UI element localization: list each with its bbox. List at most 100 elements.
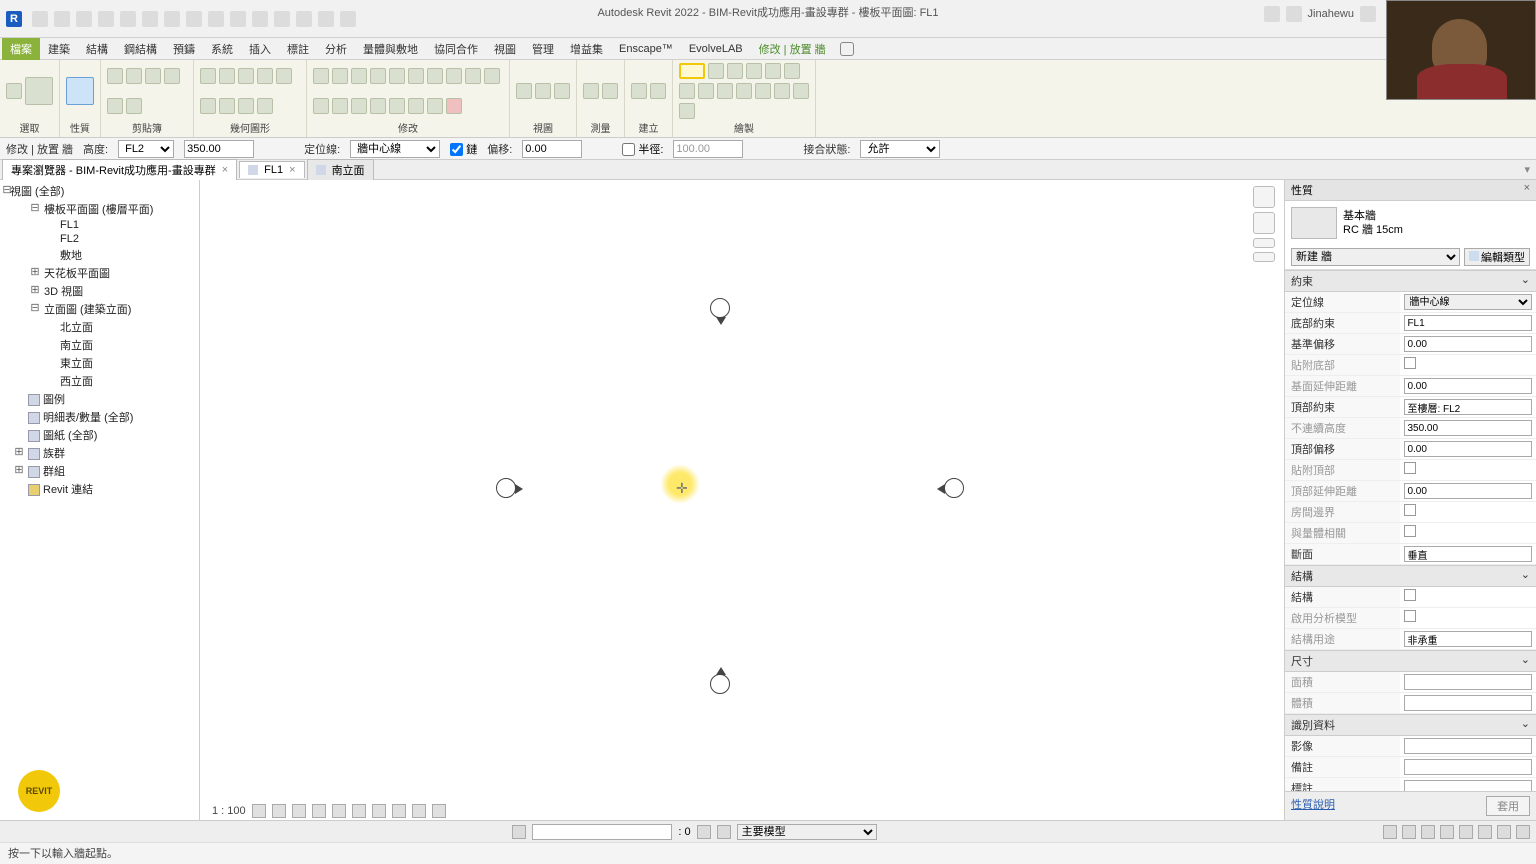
browser-item[interactable]: 敷地: [0, 246, 199, 264]
qat-dim-icon[interactable]: [186, 11, 202, 27]
filter-icon[interactable]: [697, 825, 711, 839]
menu-tab-7[interactable]: 標註: [279, 38, 317, 60]
ribbon-tool-icon[interactable]: [257, 98, 273, 114]
browser-item[interactable]: 南立面: [0, 336, 199, 354]
browser-item[interactable]: 東立面: [0, 354, 199, 372]
ribbon-tool-icon[interactable]: [727, 63, 743, 79]
ribbon-tool-icon[interactable]: [679, 103, 695, 119]
ribbon-tool-icon[interactable]: [631, 83, 647, 99]
menu-tab-2[interactable]: 結構: [78, 38, 116, 60]
steering-icon[interactable]: [1253, 238, 1275, 248]
height-constraint-select[interactable]: FL2: [118, 140, 174, 158]
ribbon-tool-icon[interactable]: [219, 98, 235, 114]
ribbon-tool-icon[interactable]: [793, 83, 809, 99]
ribbon-tool-icon[interactable]: [698, 83, 714, 99]
menu-tab-8[interactable]: 分析: [317, 38, 355, 60]
ribbon-tool-icon[interactable]: [446, 98, 462, 114]
s6-icon[interactable]: [1478, 825, 1492, 839]
ribbon-tool-icon[interactable]: [313, 98, 329, 114]
project-browser[interactable]: ⊟視圖 (全部)⊟樓板平面圖 (樓層平面)FL1FL2敷地⊞天花板平面圖⊞3D …: [0, 180, 200, 820]
menu-tab-3[interactable]: 鋼結構: [116, 38, 165, 60]
ribbon-tool-icon[interactable]: [465, 68, 481, 84]
prop-value[interactable]: [1400, 313, 1536, 333]
ribbon-tool-icon[interactable]: [276, 68, 292, 84]
navigation-bar[interactable]: [1250, 186, 1278, 262]
tabs-dropdown-icon[interactable]: ▾: [1518, 163, 1536, 176]
ribbon-tool-icon[interactable]: [755, 83, 771, 99]
elevation-marker-east[interactable]: [944, 478, 964, 498]
browser-item[interactable]: ⊟樓板平面圖 (樓層平面): [0, 200, 199, 218]
prop-value[interactable]: [1400, 736, 1536, 756]
menu-tab-12[interactable]: 管理: [524, 38, 562, 60]
offset-input[interactable]: [522, 140, 582, 158]
close-icon[interactable]: ×: [222, 164, 228, 176]
prop-group-header[interactable]: 約束⌄: [1285, 270, 1536, 292]
home-icon[interactable]: [1253, 186, 1275, 208]
browser-root[interactable]: ⊟視圖 (全部): [0, 182, 199, 200]
browser-item[interactable]: ⊟立面圖 (建築立面): [0, 300, 199, 318]
ribbon-tool-icon[interactable]: [332, 98, 348, 114]
join-select[interactable]: 允許: [860, 140, 940, 158]
s3-icon[interactable]: [1421, 825, 1435, 839]
crop-region-icon[interactable]: [372, 804, 386, 818]
menu-tab-4[interactable]: 預鑄: [165, 38, 203, 60]
type-selector[interactable]: 基本牆 RC 牆 15cm: [1285, 201, 1536, 245]
ribbon-tool-icon[interactable]: [602, 83, 618, 99]
prop-group-header[interactable]: 識別資料⌄: [1285, 714, 1536, 736]
s8-icon[interactable]: [1516, 825, 1530, 839]
ribbon-tool-icon[interactable]: [107, 98, 123, 114]
menu-tab-14[interactable]: Enscape™: [611, 40, 681, 58]
prop-group-header[interactable]: 結構⌄: [1285, 565, 1536, 587]
height-value-input[interactable]: [184, 140, 254, 158]
s5-icon[interactable]: [1459, 825, 1473, 839]
ribbon-tool-icon[interactable]: [554, 83, 570, 99]
browser-item[interactable]: ⊞天花板平面圖: [0, 264, 199, 282]
ribbon-tool-icon[interactable]: [389, 68, 405, 84]
prop-value[interactable]: 牆中心線: [1400, 292, 1536, 312]
ribbon-tool-icon[interactable]: [765, 63, 781, 79]
qat-section-icon[interactable]: [252, 11, 268, 27]
ribbon-tool-icon[interactable]: [145, 68, 161, 84]
ribbon-tool-icon[interactable]: [427, 98, 443, 114]
ribbon-tool-icon[interactable]: [679, 83, 695, 99]
qat-text-icon[interactable]: [208, 11, 224, 27]
close-icon[interactable]: ×: [289, 164, 295, 176]
prop-value[interactable]: [1400, 397, 1536, 417]
ribbon-tool-icon[interactable]: [370, 98, 386, 114]
ribbon-tool-icon[interactable]: [25, 77, 53, 105]
menu-tab-0[interactable]: 檔案: [2, 38, 40, 60]
s7-icon[interactable]: [1497, 825, 1511, 839]
menu-tab-9[interactable]: 量體與敷地: [355, 38, 426, 60]
ribbon-tool-icon[interactable]: [679, 63, 705, 79]
browser-item[interactable]: FL2: [0, 232, 199, 246]
user-icon[interactable]: [1286, 6, 1302, 22]
browser-item[interactable]: 圖例: [0, 390, 199, 408]
prop-value[interactable]: [1400, 587, 1536, 607]
sun-path-icon[interactable]: [292, 804, 306, 818]
prop-value[interactable]: [1400, 757, 1536, 777]
design-option-select[interactable]: 主要模型: [737, 824, 877, 840]
prop-value[interactable]: [1400, 778, 1536, 791]
help-icon[interactable]: [1360, 6, 1376, 22]
ribbon-tool-icon[interactable]: [774, 83, 790, 99]
ribbon-tool-icon[interactable]: [370, 68, 386, 84]
qat-open-icon[interactable]: [32, 11, 48, 27]
ribbon-tool-icon[interactable]: [107, 68, 123, 84]
browser-item[interactable]: 圖紙 (全部): [0, 426, 199, 444]
ribbon-tool-icon[interactable]: [427, 68, 443, 84]
menu-tab-13[interactable]: 增益集: [562, 38, 611, 60]
chain-checkbox[interactable]: 鏈: [450, 141, 477, 157]
ribbon-tool-icon[interactable]: [257, 68, 273, 84]
ribbon-tool-icon[interactable]: [126, 68, 142, 84]
instance-filter-select[interactable]: 新建 牆: [1291, 248, 1460, 266]
edit-type-button[interactable]: 編輯類型: [1464, 248, 1530, 266]
s1-icon[interactable]: [1383, 825, 1397, 839]
qat-sync-icon[interactable]: [76, 11, 92, 27]
qat-redo-icon[interactable]: [120, 11, 136, 27]
s4-icon[interactable]: [1440, 825, 1454, 839]
qat-close-icon[interactable]: [296, 11, 312, 27]
qat-switch-icon[interactable]: [318, 11, 334, 27]
menu-tab-11[interactable]: 視圖: [486, 38, 524, 60]
ribbon-tool-icon[interactable]: [200, 68, 216, 84]
ribbon-tool-icon[interactable]: [446, 68, 462, 84]
